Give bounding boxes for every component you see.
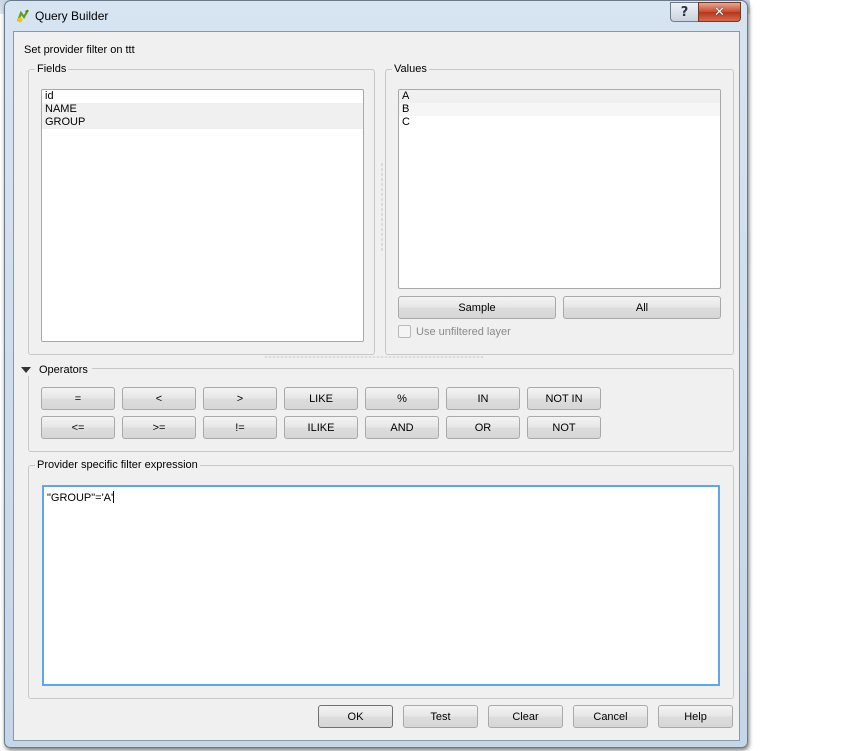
list-item[interactable]: B	[399, 103, 720, 116]
help-caption-button[interactable]: ?	[670, 2, 698, 22]
dialog-body: Set provider filter on ttt Fields id NAM…	[13, 31, 740, 741]
list-item[interactable]: A	[399, 90, 720, 103]
op-or-button[interactable]: OR	[446, 416, 520, 439]
operators-collapse-toggle[interactable]: Operators	[17, 364, 92, 376]
list-item[interactable]: C	[399, 116, 720, 129]
desktop-background: Query Builder ? ✕ Set provider filter on…	[0, 0, 864, 751]
list-item[interactable]: GROUP	[42, 116, 363, 129]
use-unfiltered-layer-row[interactable]: Use unfiltered layer	[398, 325, 511, 338]
sample-button[interactable]: Sample	[398, 296, 556, 319]
op-not-button[interactable]: NOT	[527, 416, 601, 439]
qgis-app-icon	[16, 9, 29, 23]
op-greater-than-button[interactable]: >	[203, 387, 277, 410]
op-in-button[interactable]: IN	[446, 387, 520, 410]
query-builder-dialog: Query Builder ? ✕ Set provider filter on…	[4, 0, 748, 748]
fields-group: Fields id NAME GROUP	[28, 63, 375, 355]
fields-list[interactable]: id NAME GROUP	[41, 89, 364, 342]
clear-button[interactable]: Clear	[488, 705, 563, 728]
window-title: Query Builder	[35, 9, 109, 23]
filter-expression-text: "GROUP"='A'	[47, 492, 114, 504]
horizontal-splitter-handle[interactable]	[264, 356, 484, 358]
operators-group	[28, 368, 734, 452]
cancel-button[interactable]: Cancel	[573, 705, 648, 728]
title-bar[interactable]: Query Builder ? ✕	[5, 1, 747, 29]
all-button[interactable]: All	[563, 296, 721, 319]
collapse-triangle-icon	[21, 367, 31, 373]
filter-expression-input[interactable]: "GROUP"='A'	[42, 485, 720, 686]
help-button[interactable]: Help	[658, 705, 733, 728]
op-less-than-button[interactable]: <	[122, 387, 196, 410]
op-not-in-button[interactable]: NOT IN	[527, 387, 601, 410]
op-less-equal-button[interactable]: <=	[41, 416, 115, 439]
list-item[interactable]: id	[42, 90, 363, 103]
operators-group-label: Operators	[39, 364, 88, 376]
use-unfiltered-layer-checkbox[interactable]	[398, 325, 411, 338]
op-greater-equal-button[interactable]: >=	[122, 416, 196, 439]
test-button[interactable]: Test	[403, 705, 478, 728]
dialog-heading: Set provider filter on ttt	[24, 44, 135, 56]
fields-group-label: Fields	[35, 63, 69, 75]
op-ilike-button[interactable]: ILIKE	[284, 416, 358, 439]
op-equals-button[interactable]: =	[41, 387, 115, 410]
op-like-button[interactable]: LIKE	[284, 387, 358, 410]
op-percent-button[interactable]: %	[365, 387, 439, 410]
use-unfiltered-layer-label: Use unfiltered layer	[416, 325, 511, 338]
op-not-equal-button[interactable]: !=	[203, 416, 277, 439]
values-group: Values A B C Sample All Use unfiltered l…	[385, 63, 734, 355]
op-and-button[interactable]: AND	[365, 416, 439, 439]
list-item[interactable]: NAME	[42, 103, 363, 116]
close-caption-button[interactable]: ✕	[698, 2, 741, 22]
ok-button[interactable]: OK	[318, 705, 393, 728]
expression-group-label: Provider specific filter expression	[35, 459, 200, 471]
values-list[interactable]: A B C	[398, 89, 721, 289]
values-group-label: Values	[392, 63, 429, 75]
text-caret	[113, 491, 115, 503]
vertical-splitter-handle[interactable]	[381, 162, 383, 252]
